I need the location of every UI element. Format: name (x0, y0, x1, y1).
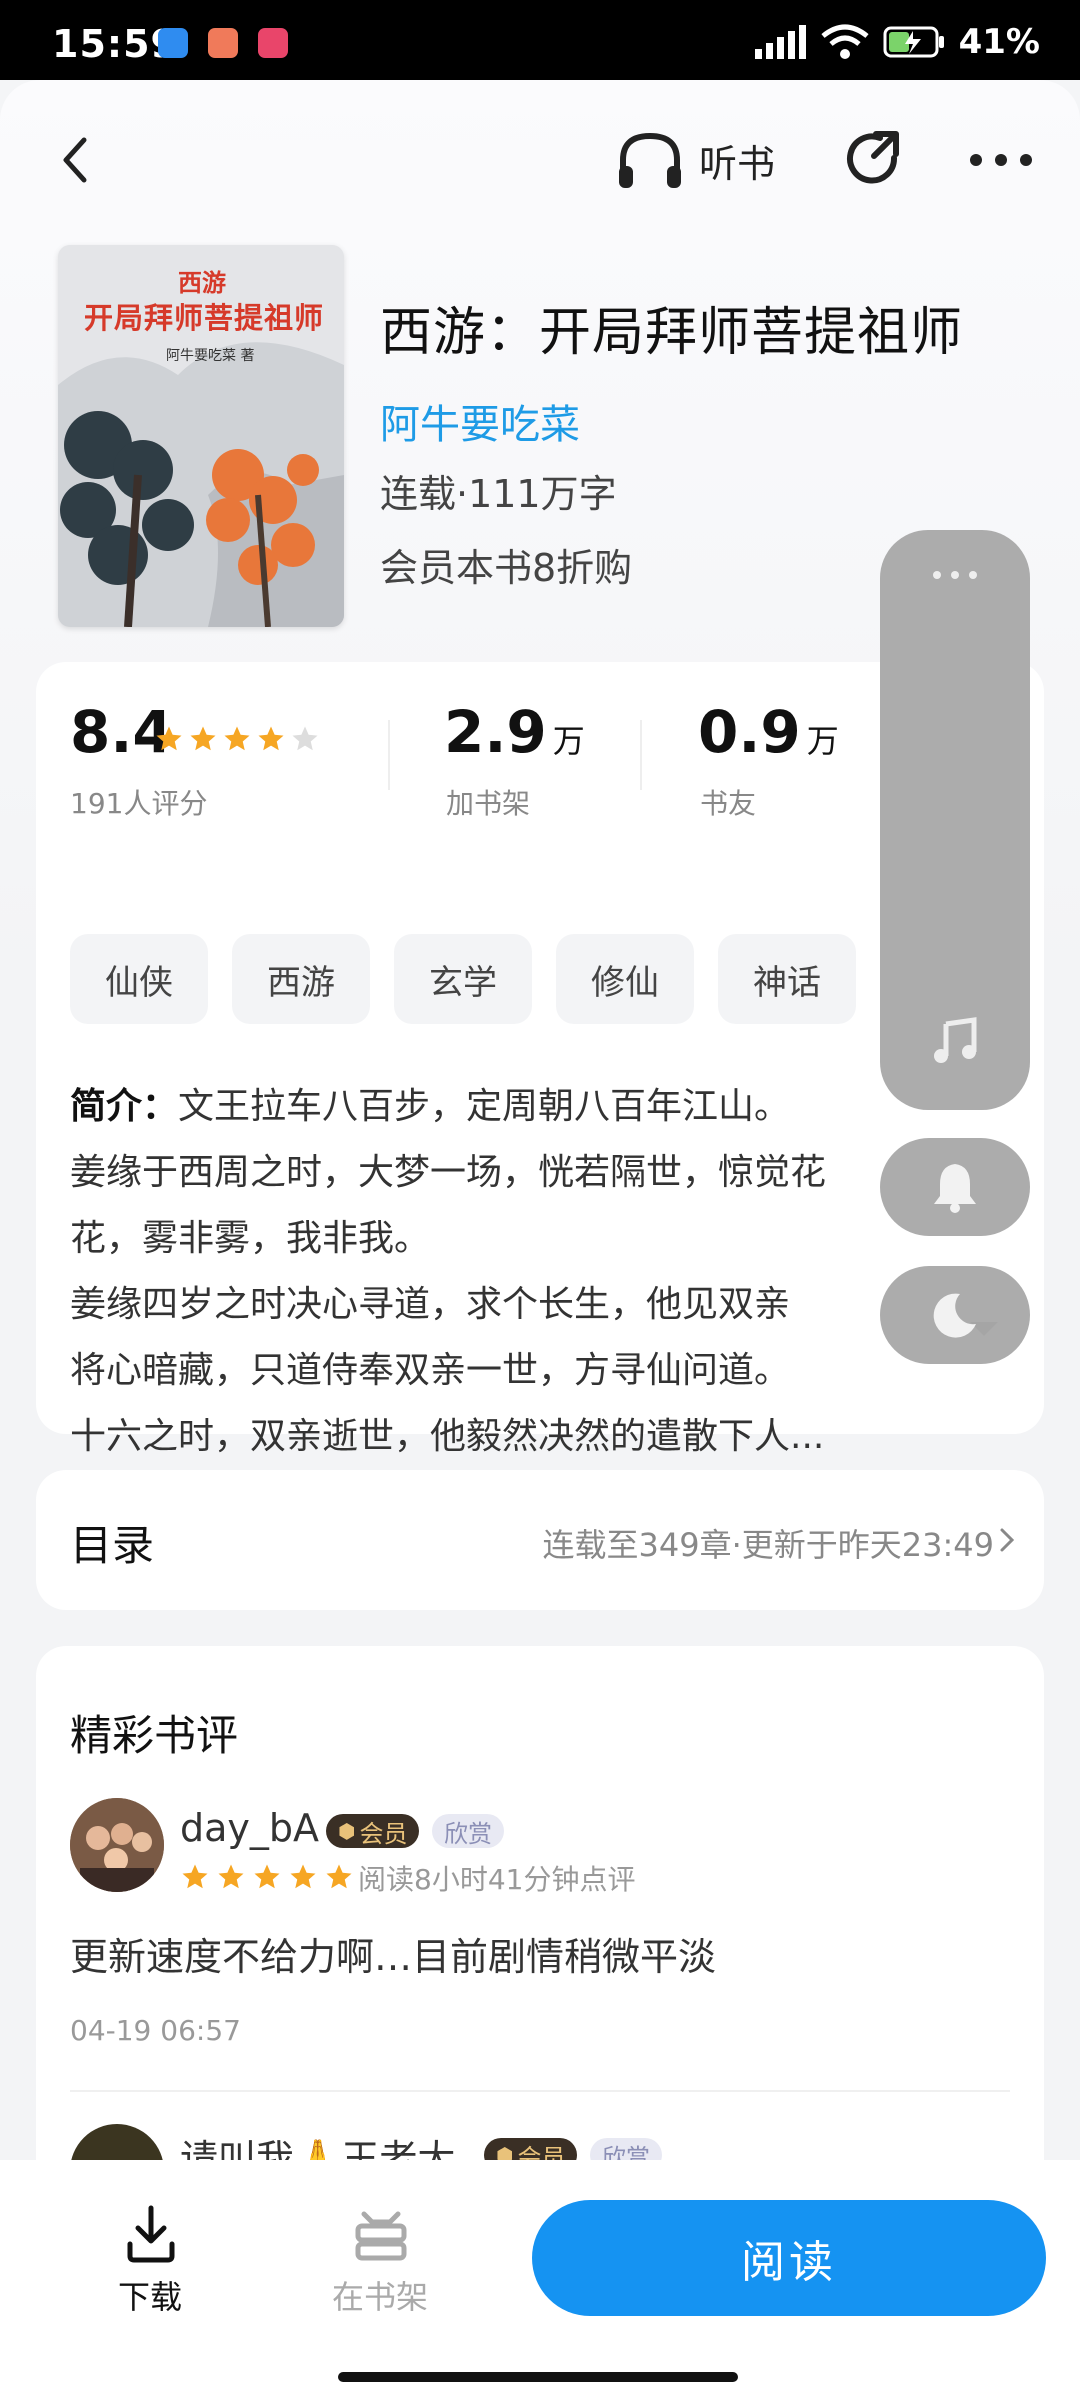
cover-author: 阿牛要吃菜 著 (166, 348, 255, 364)
back-button[interactable] (50, 128, 110, 192)
star-icon (326, 1864, 352, 1889)
fans-count: 0.9 (698, 698, 801, 766)
intro-line: 姜缘于西周之时，大梦一场，恍若隔世，惊觉花 (70, 1152, 827, 1193)
book-intro[interactable]: 简介：文王拉车八百步，定周朝八百年江山。 姜缘于西周之时，大梦一场，恍若隔世，惊… (70, 1074, 930, 1470)
avatar[interactable] (70, 1798, 164, 1892)
vip-crown-icon: ⬢ (338, 1819, 356, 1843)
battery-icon (883, 26, 944, 58)
download-label: 下载 (117, 2278, 182, 2316)
chevron-right-icon (1000, 1528, 1015, 1552)
panel-more-icon (933, 571, 977, 579)
shelf-stat: 2.9 万 (444, 698, 585, 766)
intro-line: 将心暗藏，只道侍奉双亲一世，方寻仙问道。 (70, 1350, 791, 1391)
download-button[interactable]: 下载 (100, 2200, 200, 2316)
more-dots-icon (970, 154, 1032, 166)
vip-badge-label: 会员 (359, 1819, 408, 1848)
book-detail-page: 听书 西游 开局拜师菩提祖师 阿牛要吃菜 著 西游：开局拜师菩提祖师 阿牛要吃菜… (0, 80, 1080, 2400)
like-badge: 欣赏 (432, 1814, 504, 1848)
listen-book-button[interactable]: 听书 (615, 128, 775, 192)
review-date: 04-19 06:57 (70, 2014, 241, 2047)
fans-stat: 0.9 万 (698, 698, 839, 766)
tag-xiyou[interactable]: 西游 (232, 934, 370, 1024)
reminder-button[interactable] (880, 1138, 1030, 1236)
star-icon (290, 1864, 316, 1889)
intro-line: 十六之时，双亲逝世，他毅然决然的遣散下人... (70, 1416, 825, 1457)
top-bar: 听书 (0, 120, 1080, 200)
intro-text: 文王拉车八百步，定周朝八百年江山。 (178, 1086, 791, 1127)
star-icon (182, 1864, 208, 1889)
book-title: 西游：开局拜师菩提祖师 (380, 303, 964, 363)
toc-update-info: 连载至349章·更新于昨天23:49 (542, 1526, 994, 1564)
star-icon (190, 726, 216, 751)
review-stars (180, 1862, 354, 1892)
tiktok-app-icon (258, 28, 288, 58)
baidu-app-icon (158, 28, 188, 58)
reviews-heading: 精彩书评 (70, 1711, 239, 1760)
fans-label: 书友 (700, 787, 757, 820)
star-icon (156, 726, 182, 751)
read-button[interactable]: 阅读 (532, 2200, 1046, 2316)
bottom-action-bar: 下载 在书架 阅读 (0, 2160, 1080, 2400)
bell-icon (934, 1164, 976, 1213)
star-icon (258, 726, 284, 751)
review-content[interactable]: 更新速度不给力啊…目前剧情稍微平淡 (70, 1926, 716, 1981)
bookshelf-icon (355, 2211, 407, 2261)
cover-title-top: 西游 (178, 269, 226, 297)
star-icon (218, 1864, 244, 1889)
author-link[interactable]: 阿牛要吃菜 (380, 392, 580, 450)
intro-line: 简介：文王拉车八百步，定周朝八百年江山。 (70, 1074, 930, 1140)
night-mode-button[interactable] (880, 1266, 1030, 1364)
book-meta: 连载·111万字 (380, 472, 617, 516)
more-options-button[interactable] (966, 130, 1036, 190)
headphones-icon (619, 132, 681, 188)
rating-stars (154, 724, 320, 754)
stat-divider (640, 720, 642, 790)
review-read-time: 阅读8小时41分钟点评 (358, 1863, 636, 1896)
intro-line: 花，雾非雾，我非我。 (70, 1218, 431, 1259)
star-icon (224, 726, 250, 751)
on-shelf-button[interactable]: 在书架 (320, 2200, 440, 2316)
share-icon (847, 131, 899, 184)
on-shelf-label: 在书架 (331, 2278, 428, 2316)
rating-count: 191人评分 (70, 787, 208, 820)
avatar-photo (70, 1798, 164, 1892)
review-divider (70, 2090, 1010, 2092)
toc-title: 目录 (70, 1521, 155, 1570)
stat-divider (388, 720, 390, 790)
star-icon (254, 1864, 280, 1889)
tag-xuanxue[interactable]: 玄学 (394, 934, 532, 1024)
battery-percent: 41% (958, 22, 1040, 62)
home-indicator[interactable] (338, 2372, 738, 2382)
book-cover[interactable]: 西游 开局拜师菩提祖师 阿牛要吃菜 著 (58, 245, 344, 627)
star-icon (292, 726, 318, 751)
cover-title-main: 开局拜师菩提祖师 (84, 301, 325, 335)
wifi-icon (821, 24, 869, 59)
review-user-name[interactable]: day_bA (180, 1806, 319, 1850)
member-promo[interactable]: 会员本书8折购 (380, 537, 632, 592)
tag-xianxia[interactable]: 仙侠 (70, 934, 208, 1024)
fans-unit: 万 (806, 722, 839, 760)
share-button[interactable] (840, 126, 906, 192)
tag-shenhua[interactable]: 神话 (718, 934, 856, 1024)
listen-book-label: 听书 (699, 141, 776, 186)
tag-xiuxian[interactable]: 修仙 (556, 934, 694, 1024)
intro-line: 姜缘四岁之时决心寻道，求个长生，他见双亲 (70, 1284, 791, 1325)
floating-player-panel[interactable] (880, 530, 1030, 1110)
intro-label: 简介： (70, 1086, 179, 1127)
mail-app-icon (208, 28, 238, 58)
status-bar: 15:59 41% (0, 0, 1080, 80)
vip-badge: ⬢ 会员 (326, 1814, 420, 1848)
download-icon (127, 2205, 175, 2263)
shelf-unit: 万 (552, 722, 585, 760)
signal-icon (754, 25, 806, 59)
music-note-icon (934, 1017, 977, 1063)
moon-icon (933, 1293, 976, 1338)
shelf-count: 2.9 (444, 698, 547, 766)
shelf-label: 加书架 (446, 787, 531, 820)
back-arrow-icon (63, 137, 87, 183)
table-of-contents-row[interactable]: 目录 连载至349章·更新于昨天23:49 (36, 1470, 1044, 1610)
